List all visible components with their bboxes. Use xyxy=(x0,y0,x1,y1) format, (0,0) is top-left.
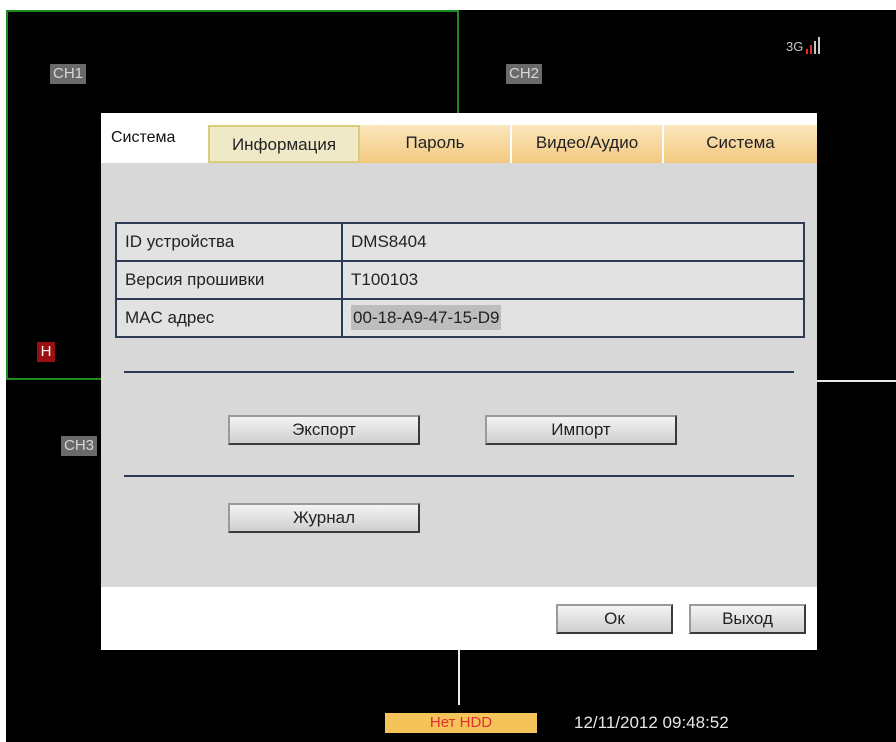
import-button[interactable]: Импорт xyxy=(485,415,677,445)
tab-system[interactable]: Система xyxy=(664,125,817,163)
tab-video-audio[interactable]: Видео/Аудио xyxy=(512,125,664,163)
table-row: MAC адрес 00-18-A9-47-15-D9 xyxy=(115,298,805,338)
channel-2-label: CH2 xyxy=(506,64,543,84)
table-row: ID устройства DMS8404 xyxy=(115,222,805,262)
mac-address-cell: 00-18-A9-47-15-D9 xyxy=(341,298,805,338)
mac-address-value[interactable]: 00-18-A9-47-15-D9 xyxy=(351,305,502,330)
channel-3-label: CH3 xyxy=(61,436,98,456)
firmware-version-label: Версия прошивки xyxy=(115,260,343,300)
section-separator xyxy=(124,475,794,477)
ok-button[interactable]: Ок xyxy=(556,604,673,634)
system-info-dialog: Система Информация Пароль Видео/Аудио Си… xyxy=(101,113,817,650)
dialog-tab-bar: Система Информация Пароль Видео/Аудио Си… xyxy=(101,113,817,163)
channel-1-label: CH1 xyxy=(50,64,87,84)
tab-password[interactable]: Пароль xyxy=(360,125,512,163)
section-separator xyxy=(124,371,794,373)
network-signal-indicator: 3G xyxy=(786,36,821,54)
recording-h-badge: H xyxy=(37,342,55,362)
device-info-table: ID устройства DMS8404 Версия прошивки T1… xyxy=(115,222,805,338)
channel-divider-vertical xyxy=(458,650,460,705)
network-type-label: 3G xyxy=(786,39,804,54)
tab-information[interactable]: Информация xyxy=(208,125,360,163)
dialog-footer: Ок Выход xyxy=(101,587,817,650)
datetime-display: 12/11/2012 09:48:52 xyxy=(574,713,729,732)
hdd-status-badge: Нет HDD xyxy=(385,713,537,733)
device-id-label: ID устройства xyxy=(115,222,343,262)
signal-bars-icon xyxy=(806,36,821,54)
top-border xyxy=(0,0,896,10)
table-row: Версия прошивки T100103 xyxy=(115,260,805,300)
dialog-title: Система xyxy=(111,129,176,146)
log-button[interactable]: Журнал xyxy=(228,503,420,533)
firmware-version-value: T100103 xyxy=(341,260,805,300)
export-button[interactable]: Экспорт xyxy=(228,415,420,445)
channel-divider-horizontal xyxy=(816,380,896,382)
mac-address-label: MAC адрес xyxy=(115,298,343,338)
exit-button[interactable]: Выход xyxy=(689,604,806,634)
device-id-value: DMS8404 xyxy=(341,222,805,262)
